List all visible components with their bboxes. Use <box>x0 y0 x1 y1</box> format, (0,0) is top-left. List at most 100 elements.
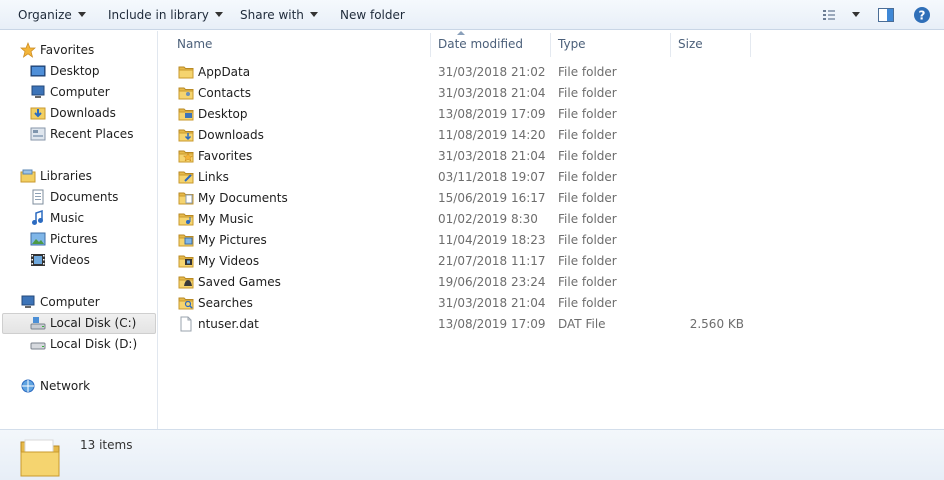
contacts-folder-icon <box>178 87 194 100</box>
nav-pictures-label: Pictures <box>50 232 98 246</box>
file-type: File folder <box>558 170 617 184</box>
sort-ascending-icon <box>457 31 465 35</box>
downloads-folder-icon <box>178 129 194 142</box>
file-size: 2.560 KB <box>689 317 744 331</box>
include-in-library-button[interactable]: Include in library <box>108 7 223 23</box>
nav-computer-favorite-label: Computer <box>50 85 110 99</box>
details-pane: 13 items <box>0 429 944 480</box>
table-row[interactable]: Saved Games 19/06/2018 23:24 File folder <box>159 272 944 293</box>
column-divider[interactable] <box>550 33 551 57</box>
file-type: File folder <box>558 191 617 205</box>
nav-libraries-label: Libraries <box>40 169 92 183</box>
organize-button[interactable]: Organize <box>18 7 86 23</box>
table-row[interactable]: My Videos 21/07/2018 11:17 File folder <box>159 251 944 272</box>
file-type: File folder <box>558 233 617 247</box>
file-name: Contacts <box>198 86 251 100</box>
file-date-modified: 11/08/2019 14:20 <box>438 128 546 142</box>
system-drive-icon <box>30 317 46 330</box>
nav-network-label: Network <box>40 379 91 393</box>
table-row[interactable]: Favorites 31/03/2018 21:04 File folder <box>159 146 944 167</box>
file-date-modified: 13/08/2019 17:09 <box>438 107 546 121</box>
column-header-name[interactable]: Name <box>177 37 212 51</box>
table-row[interactable]: My Music 01/02/2019 8:30 File folder <box>159 209 944 230</box>
nav-desktop-label: Desktop <box>50 64 100 78</box>
nav-local-disk-d-label: Local Disk (D:) <box>50 337 138 351</box>
file-name: AppData <box>198 65 251 79</box>
computer-icon <box>31 85 45 98</box>
table-row[interactable]: ntuser.dat 13/08/2019 17:09 DAT File 2.560 … <box>159 314 944 335</box>
file-type: File folder <box>558 128 617 142</box>
file-type: File folder <box>558 65 617 79</box>
nav-favorites-label: Favorites <box>40 43 95 57</box>
folder-icon <box>178 66 194 79</box>
file-date-modified: 03/11/2018 19:07 <box>438 170 546 184</box>
table-row[interactable]: Searches 31/03/2018 21:04 File folder <box>159 293 944 314</box>
help-icon[interactable]: ? <box>912 5 932 25</box>
nav-downloads-label: Downloads <box>50 106 116 120</box>
music-icon <box>32 210 43 225</box>
file-name: Searches <box>198 296 253 310</box>
view-options-icon[interactable] <box>820 5 840 25</box>
table-row[interactable]: Downloads 11/08/2019 14:20 File folder <box>159 125 944 146</box>
nav-computer-label: Computer <box>40 295 100 309</box>
preview-pane-icon[interactable] <box>876 5 896 25</box>
desktop-icon <box>30 65 46 77</box>
file-type: File folder <box>558 107 617 121</box>
file-name: My Pictures <box>198 233 267 247</box>
file-type: File folder <box>558 275 617 289</box>
share-with-button[interactable]: Share with <box>240 7 318 23</box>
navigation-pane: Favorites Desktop Computer Downloads Rec… <box>0 31 158 429</box>
table-row[interactable]: Links 03/11/2018 19:07 File folder <box>159 167 944 188</box>
computer-icon <box>21 295 35 308</box>
view-dropdown-button[interactable] <box>846 5 866 25</box>
star-icon <box>20 42 36 58</box>
table-row[interactable]: My Pictures 11/04/2019 18:23 File folder <box>159 230 944 251</box>
videos-folder-icon <box>178 255 194 268</box>
desktop-folder-icon <box>178 108 194 121</box>
file-name: My Music <box>198 212 254 226</box>
documents-folder-icon <box>178 192 194 205</box>
drive-icon <box>30 342 46 350</box>
include-in-library-label: Include in library <box>108 8 209 22</box>
file-name: Saved Games <box>198 275 281 289</box>
searches-folder-icon <box>178 297 194 310</box>
column-divider[interactable] <box>670 33 671 57</box>
table-row[interactable]: Desktop 13/08/2019 17:09 File folder <box>159 104 944 125</box>
file-name: Desktop <box>198 107 248 121</box>
file-type: DAT File <box>558 317 606 331</box>
column-header-type[interactable]: Type <box>558 37 586 51</box>
share-with-label: Share with <box>240 8 304 22</box>
favorites-folder-icon <box>178 150 194 163</box>
folder-icon <box>20 439 60 477</box>
organize-label: Organize <box>18 8 72 22</box>
chevron-down-icon <box>214 12 223 17</box>
recent-places-icon <box>30 127 46 141</box>
command-bar: Organize Include in library Share with N… <box>0 0 944 30</box>
table-row[interactable]: AppData 31/03/2018 21:02 File folder <box>159 62 944 83</box>
column-divider[interactable] <box>750 33 751 57</box>
new-folder-button[interactable]: New folder <box>340 7 405 23</box>
file-date-modified: 31/03/2018 21:02 <box>438 65 546 79</box>
nav-documents-label: Documents <box>50 190 119 204</box>
table-row[interactable]: Contacts 31/03/2018 21:04 File folder <box>159 83 944 104</box>
videos-icon <box>31 254 45 266</box>
file-name: My Documents <box>198 191 288 205</box>
new-folder-label: New folder <box>340 8 405 22</box>
column-header-size[interactable]: Size <box>678 37 703 51</box>
column-header-row: Name Date modified Type Size <box>159 31 944 59</box>
file-date-modified: 31/03/2018 21:04 <box>438 86 546 100</box>
file-icon <box>180 316 192 332</box>
file-date-modified: 21/07/2018 11:17 <box>438 254 546 268</box>
file-date-modified: 11/04/2019 18:23 <box>438 233 546 247</box>
file-name: Links <box>198 170 229 184</box>
column-header-date-modified[interactable]: Date modified <box>438 37 523 51</box>
file-type: File folder <box>558 86 617 100</box>
table-row[interactable]: My Documents 15/06/2019 16:17 File folder <box>159 188 944 209</box>
nav-music-label: Music <box>50 211 85 225</box>
chevron-down-icon <box>77 12 86 17</box>
column-divider[interactable] <box>430 33 431 57</box>
file-date-modified: 13/08/2019 17:09 <box>438 317 546 331</box>
file-name: Downloads <box>198 128 264 142</box>
file-date-modified: 31/03/2018 21:04 <box>438 296 546 310</box>
chevron-down-icon <box>852 12 860 17</box>
